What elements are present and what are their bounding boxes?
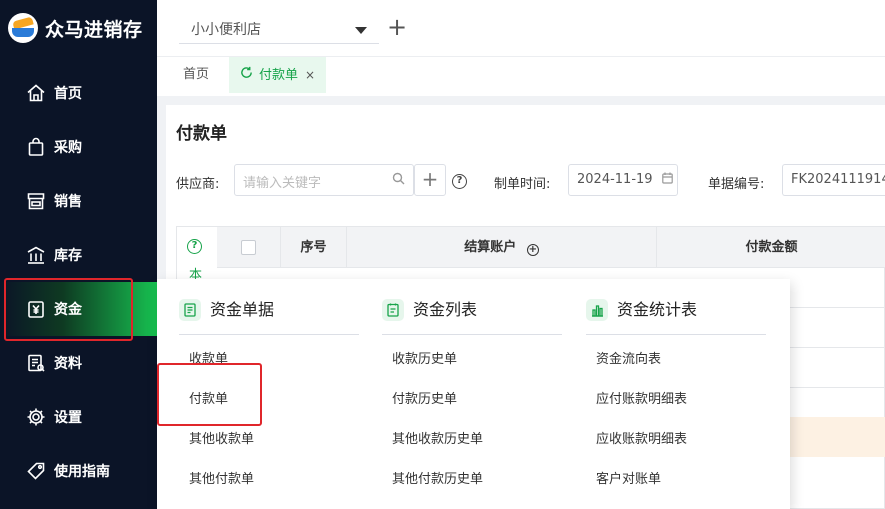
select-all-header bbox=[217, 227, 281, 268]
date-input[interactable]: 2024-11-19 bbox=[568, 164, 678, 196]
document-icon bbox=[25, 352, 47, 374]
sidebar-item-purchase[interactable]: 采购 bbox=[0, 120, 157, 174]
sidebar-item-label: 使用指南 bbox=[54, 464, 110, 480]
store-name: 小小便利店 bbox=[191, 22, 261, 38]
table-header: 序号 结算账户 + 付款金额 bbox=[217, 227, 885, 268]
tab-bar: 首页 付款单 × bbox=[157, 56, 885, 96]
column-header: 序号 bbox=[281, 227, 347, 268]
menu-item-receipt-history[interactable]: 收款历史单 bbox=[392, 348, 457, 367]
menu-item-payment-history[interactable]: 付款历史单 bbox=[392, 388, 457, 407]
menu-column-documents: 资金单据 收款单 付款单 其他收款单 其他付款单 bbox=[157, 279, 359, 509]
menu-item-other-payment[interactable]: 其他付款单 bbox=[189, 468, 254, 487]
menu-item-fund-flow[interactable]: 资金流向表 bbox=[596, 348, 661, 367]
store-selector[interactable]: 小小便利店 bbox=[179, 14, 379, 44]
store-icon bbox=[25, 190, 47, 212]
date-value: 2024-11-19 bbox=[577, 172, 653, 187]
menu-item-other-payment-history[interactable]: 其他付款历史单 bbox=[392, 468, 483, 487]
sidebar: 众马进销存 首页 采购 销售 库存 资金 资料 设置 使用指南 bbox=[0, 0, 157, 509]
menu-column-lists: 资金列表 收款历史单 付款历史单 其他收款历史单 其他付款历史单 bbox=[360, 279, 562, 509]
sidebar-item-data[interactable]: 资料 bbox=[0, 336, 157, 390]
sidebar-item-label: 资料 bbox=[54, 356, 82, 372]
menu-item-other-receipt-history[interactable]: 其他收款历史单 bbox=[392, 428, 483, 447]
column-header-label: 结算账户 bbox=[464, 240, 517, 255]
menu-heading: 资金统计表 bbox=[586, 299, 766, 335]
sidebar-item-settings[interactable]: 设置 bbox=[0, 390, 157, 444]
menu-item-receivables-detail[interactable]: 应收账款明细表 bbox=[596, 428, 687, 447]
tab-label: 首页 bbox=[183, 67, 210, 82]
sidebar-item-label: 销售 bbox=[54, 194, 82, 210]
top-bar: 小小便利店 + bbox=[157, 0, 885, 56]
sidebar-item-inventory[interactable]: 库存 bbox=[0, 228, 157, 282]
help-icon[interactable]: ? bbox=[187, 239, 202, 254]
funds-dropdown-menu: 资金单据 收款单 付款单 其他收款单 其他付款单 资金列表 收款历史单 付款历史… bbox=[157, 279, 790, 509]
receipt-icon bbox=[179, 299, 201, 321]
menu-column-statistics: 资金统计表 资金流向表 应付账款明细表 应收账款明细表 客户对账单 bbox=[564, 279, 766, 509]
sidebar-item-label: 设置 bbox=[54, 410, 82, 426]
home-icon bbox=[25, 82, 47, 104]
sidebar-item-guide[interactable]: 使用指南 bbox=[0, 444, 157, 498]
help-icon[interactable]: ? bbox=[452, 174, 467, 189]
menu-heading-label: 资金统计表 bbox=[617, 300, 698, 319]
sidebar-item-label: 采购 bbox=[54, 140, 82, 156]
menu-heading: 资金单据 bbox=[179, 299, 359, 335]
app-logo[interactable]: 众马进销存 bbox=[0, 0, 157, 56]
page-title: 付款单 bbox=[176, 124, 227, 144]
add-circle-icon[interactable]: + bbox=[526, 244, 539, 256]
list-icon bbox=[382, 299, 404, 321]
doc-no-label: 单据编号: bbox=[708, 177, 765, 192]
menu-heading-label: 资金列表 bbox=[413, 300, 478, 319]
calendar-icon bbox=[662, 172, 673, 187]
menu-item-receipt[interactable]: 收款单 bbox=[189, 348, 228, 367]
search-icon[interactable] bbox=[392, 172, 405, 188]
add-store-button[interactable]: + bbox=[387, 14, 407, 40]
warehouse-icon bbox=[25, 244, 47, 266]
tag-icon bbox=[25, 460, 47, 482]
yen-icon bbox=[25, 298, 47, 320]
supplier-placeholder: 请输入关键字 bbox=[243, 176, 322, 191]
menu-item-payables-detail[interactable]: 应付账款明细表 bbox=[596, 388, 687, 407]
column-header-account: 结算账户 + bbox=[347, 227, 657, 268]
gear-icon bbox=[25, 406, 47, 428]
refresh-icon[interactable] bbox=[240, 57, 253, 93]
tab-payment[interactable]: 付款单 × bbox=[229, 57, 327, 93]
tab-label: 付款单 bbox=[259, 68, 299, 83]
sidebar-item-label: 库存 bbox=[54, 248, 82, 264]
app-name: 众马进销存 bbox=[45, 18, 143, 41]
sidebar-item-label: 资金 bbox=[54, 302, 82, 318]
select-all-checkbox[interactable] bbox=[241, 240, 256, 255]
date-label: 制单时间: bbox=[494, 177, 551, 192]
caret-down-icon bbox=[355, 27, 367, 34]
supplier-search-input[interactable]: 请输入关键字 bbox=[234, 164, 414, 196]
menu-item-customer-statement[interactable]: 客户对账单 bbox=[596, 468, 661, 487]
column-header: 付款金额 bbox=[745, 240, 798, 255]
doc-no-value: FK2024111914 bbox=[791, 172, 885, 187]
sidebar-item-home[interactable]: 首页 bbox=[0, 66, 157, 120]
menu-item-payment[interactable]: 付款单 bbox=[189, 388, 228, 407]
add-supplier-button[interactable]: + bbox=[414, 164, 446, 196]
logo-icon bbox=[8, 13, 38, 43]
sidebar-item-funds[interactable]: 资金 bbox=[0, 282, 157, 336]
shopping-bag-icon bbox=[25, 136, 47, 158]
doc-no-input[interactable]: FK2024111914 bbox=[782, 164, 885, 196]
sidebar-item-sales[interactable]: 销售 bbox=[0, 174, 157, 228]
bar-chart-icon bbox=[586, 299, 608, 321]
sidebar-item-label: 首页 bbox=[54, 86, 82, 102]
menu-heading: 资金列表 bbox=[382, 299, 562, 335]
supplier-label: 供应商: bbox=[176, 177, 220, 192]
close-icon[interactable]: × bbox=[305, 68, 315, 82]
menu-item-other-receipt[interactable]: 其他收款单 bbox=[189, 428, 254, 447]
menu-heading-label: 资金单据 bbox=[210, 300, 275, 319]
tab-home[interactable]: 首页 bbox=[171, 57, 221, 93]
